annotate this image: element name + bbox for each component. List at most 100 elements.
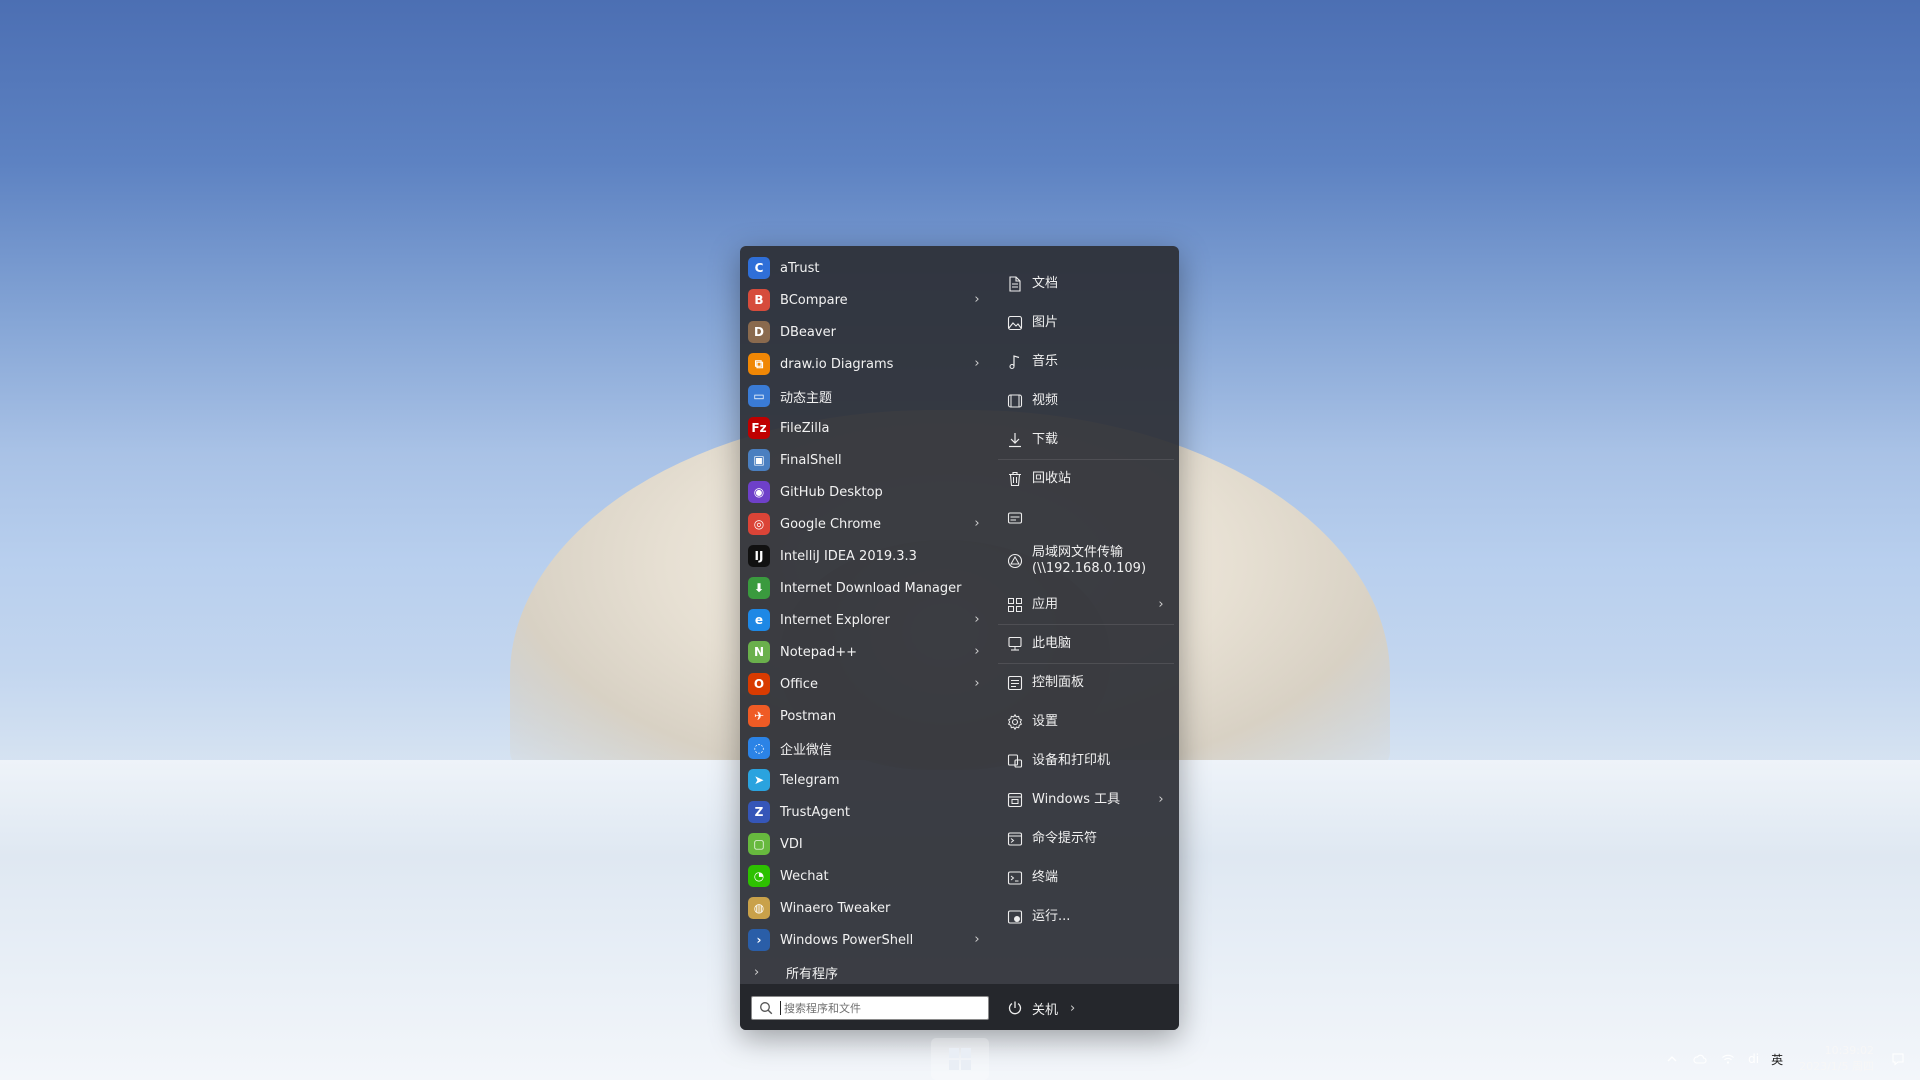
place-label: 视频 [1032,392,1059,408]
pictures-icon [1006,314,1024,332]
app-item[interactable]: ▭ 动态主题 [740,380,990,412]
app-item[interactable]: B BCompare › [740,284,990,316]
app-label: Windows PowerShell [780,932,914,948]
app-label: Postman [780,708,837,724]
place-item[interactable]: 终端 [998,858,1174,897]
place-item[interactable]: 音乐 [998,342,1174,381]
app-item[interactable]: › Windows PowerShell › [740,924,990,956]
app-item[interactable]: O Office › [740,668,990,700]
app-item[interactable]: ⧉ draw.io Diagrams › [740,348,990,380]
app-item[interactable]: IJ IntelliJ IDEA 2019.3.3 [740,540,990,572]
chevron-right-icon[interactable]: › [970,933,984,947]
place-item[interactable]: 运行... [998,897,1174,936]
wechat-icon: ◔ [748,865,770,887]
place-label: 回收站 [1032,471,1072,486]
app-label: VDI [780,836,803,852]
app-item[interactable]: CaTrust [740,252,990,284]
place-label: 运行... [1032,908,1071,924]
place-item[interactable]: 下载 [998,420,1174,459]
place-item[interactable]: 应用 › [998,585,1174,624]
chevron-right-icon[interactable]: › [970,517,984,531]
place-item[interactable]: 局域网文件传输 (\\192.168.0.109) [998,537,1174,585]
drive-icon [1006,509,1024,527]
app-item[interactable]: ➤ Telegram [740,764,990,796]
place-item[interactable]: Windows 工具 › [998,780,1174,819]
network-user-label: di [1748,1052,1760,1066]
input-method-indicator[interactable]: 英 [1771,1051,1783,1068]
windows-tools-icon [1006,791,1024,809]
idm-icon: ⬇ [748,577,770,599]
place-label: 应用 [1032,596,1059,612]
place-label: 文档 [1032,275,1059,291]
app-label: Wechat [780,868,829,884]
place-item[interactable]: 文档 [998,264,1174,303]
filezilla-icon: Fz [748,417,770,439]
office-icon: O [748,673,770,695]
dynamic-theme-icon: ▭ [748,385,770,407]
place-item[interactable]: 控制面板 [998,663,1174,702]
place-item[interactable]: 视频 [998,381,1174,420]
place-item[interactable]: 设置 [998,702,1174,741]
start-button[interactable] [931,1038,989,1080]
search-input[interactable] [784,1001,974,1015]
app-item[interactable]: ▢ VDI [740,828,990,860]
app-item[interactable]: ⬇ Internet Download Manager [740,572,990,604]
app-label: draw.io Diagrams [780,356,894,372]
cloud-sync-icon[interactable] [1689,1048,1711,1070]
clock[interactable]: 10:39:02 2023/1/5 周四 [1799,1043,1874,1075]
chevron-right-icon[interactable]: › [1154,792,1168,808]
wifi-icon[interactable] [1717,1048,1739,1070]
vdi-icon: ▢ [748,833,770,855]
app-label: aTrust [780,260,820,276]
place-item[interactable]: 图片 [998,303,1174,342]
app-item[interactable]: e Internet Explorer › [740,604,990,636]
app-label: Notepad++ [780,644,858,660]
app-label: FileZilla [780,420,830,436]
app-item[interactable]: ✈ Postman [740,700,990,732]
chevron-right-icon[interactable]: › [970,613,984,627]
system-tray: di 英 10:39:02 2023/1/5 周四 [1658,1038,1920,1080]
app-item[interactable]: ◍ Winaero Tweaker [740,892,990,924]
chevron-right-icon[interactable]: › [1154,597,1168,613]
shutdown-button[interactable]: 关机 › [1006,996,1075,1020]
app-item[interactable]: ◔ Wechat [740,860,990,892]
app-item[interactable]: D DBeaver [740,316,990,348]
place-item[interactable]: 命令提示符 [998,819,1174,858]
notepadpp-icon: N [748,641,770,663]
place-label: 设置 [1032,713,1059,729]
app-item[interactable]: Fz FileZilla [740,412,990,444]
app-item[interactable]: Z TrustAgent [740,796,990,828]
chevron-right-icon[interactable]: › [970,357,984,371]
intellij-icon: IJ [748,545,770,567]
show-hidden-icons-chevron-icon[interactable] [1661,1048,1683,1070]
trustagent-icon: Z [748,801,770,823]
start-menu-bottom-bar: 关机 › [740,984,1179,1030]
app-item[interactable]: ◌ 企业微信 [740,732,990,764]
notification-center-icon[interactable] [1886,1047,1910,1071]
place-item[interactable]: 设备和打印机 [998,741,1174,780]
chevron-right-icon[interactable]: › [970,645,984,659]
place-item[interactable]: 此电脑 [998,624,1174,663]
chevron-right-icon[interactable]: › [970,677,984,691]
place-label: 设备和打印机 [1032,752,1111,768]
app-label: Winaero Tweaker [780,900,891,916]
app-label: IntelliJ IDEA 2019.3.3 [780,548,917,564]
app-label: FinalShell [780,452,842,468]
network-share-icon [1006,552,1024,570]
app-label: Telegram [780,772,840,788]
search-box[interactable] [751,996,989,1020]
app-list: CaTrust B BCompare › D DBeaver ⧉ draw.io Diagra… [740,252,990,988]
chevron-right-icon[interactable]: › [970,293,984,307]
app-item[interactable]: N Notepad++ › [740,636,990,668]
place-item[interactable] [998,498,1174,537]
app-item[interactable]: ◉ GitHub Desktop [740,476,990,508]
text-caret [780,1001,781,1015]
app-item[interactable]: ◎ Google Chrome › [740,508,990,540]
document-icon [1006,275,1024,293]
place-label: 命令提示符 [1032,830,1098,846]
app-label: Internet Download Manager [780,580,962,596]
shutdown-options-chevron-icon[interactable]: › [1070,1001,1075,1016]
chevron-right-icon: › [754,964,760,980]
place-item[interactable]: 回收站 [998,459,1174,498]
app-item[interactable]: ▣ FinalShell [740,444,990,476]
